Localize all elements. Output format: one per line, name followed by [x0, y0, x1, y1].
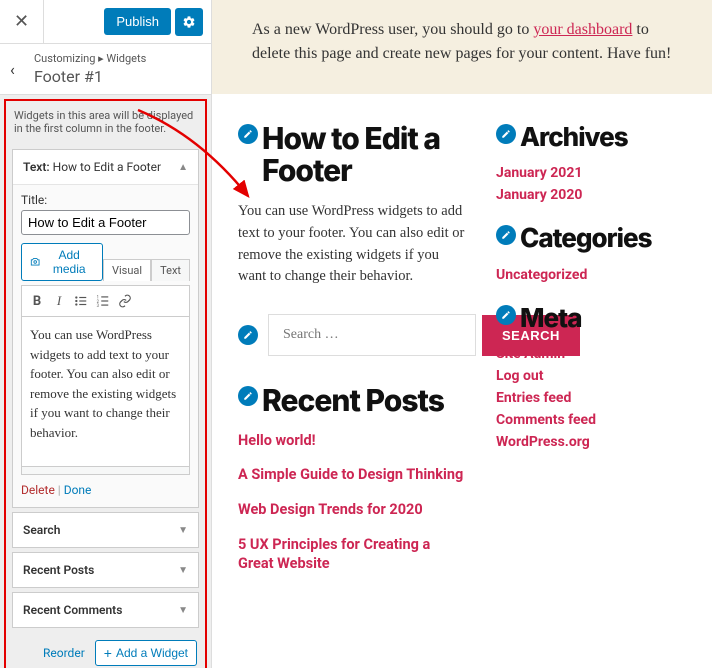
post-link[interactable]: Hello world! — [238, 432, 468, 451]
chevron-down-icon: ▼ — [178, 525, 188, 536]
numbered-list-button[interactable]: 123 — [92, 290, 114, 312]
chevron-down-icon: ▼ — [178, 565, 188, 576]
title-label: Title: — [21, 193, 190, 207]
panel-description: Widgets in this area will be displayed i… — [6, 101, 205, 145]
pencil-icon — [243, 391, 253, 401]
editor-toolbar: B I 123 — [21, 285, 190, 317]
add-widget-button[interactable]: + Add a Widget — [95, 640, 197, 666]
meta-link[interactable]: Log out — [496, 368, 686, 384]
add-media-button[interactable]: Add media — [21, 243, 103, 281]
widget-search[interactable]: Search▼ — [12, 512, 199, 548]
meta-link[interactable]: Comments feed — [496, 412, 686, 428]
dashboard-link[interactable]: your dashboard — [533, 21, 632, 38]
annotation-highlight-box: Widgets in this area will be displayed i… — [4, 99, 207, 668]
widget-title-input[interactable] — [21, 210, 190, 235]
meta-link[interactable]: Entries feed — [496, 390, 686, 406]
link-button[interactable] — [114, 290, 136, 312]
archive-link[interactable]: January 2021 — [496, 165, 686, 181]
panel-title: Footer #1 — [34, 67, 201, 86]
welcome-notice: As a new WordPress user, you should go t… — [212, 0, 712, 94]
edit-shortcut-categories[interactable] — [496, 225, 516, 245]
edit-shortcut-search[interactable] — [238, 325, 258, 345]
edit-shortcut-archives[interactable] — [496, 124, 516, 144]
sidebar-topbar: ✕ Publish — [0, 0, 211, 44]
tab-visual[interactable]: Visual — [103, 259, 151, 281]
svg-text:3: 3 — [97, 303, 100, 308]
bold-button[interactable]: B — [26, 290, 48, 312]
bullet-list-button[interactable] — [70, 290, 92, 312]
meta-link[interactable]: Site Admin — [496, 346, 686, 362]
post-link[interactable]: A Simple Guide to Design Thinking — [238, 466, 468, 485]
chevron-down-icon: ▼ — [178, 605, 188, 616]
editor-resize-handle[interactable] — [21, 467, 190, 475]
publish-settings-button[interactable] — [175, 8, 203, 36]
recent-posts-title: Recent Posts — [262, 386, 444, 418]
gear-icon — [182, 15, 196, 29]
post-link[interactable]: Web Design Trends for 2020 — [238, 501, 468, 520]
pencil-icon — [501, 129, 511, 139]
widget-text-open: Text: How to Edit a Footer ▲ Title: Add … — [12, 149, 199, 508]
pencil-icon — [243, 129, 253, 139]
widget-recent-comments[interactable]: Recent Comments▼ — [12, 592, 199, 628]
chevron-up-icon: ▲ — [178, 162, 188, 173]
editor-content[interactable]: You can use WordPress widgets to add tex… — [21, 317, 190, 467]
publish-button[interactable]: Publish — [104, 8, 171, 35]
edit-shortcut-meta[interactable] — [496, 305, 516, 325]
widget-header[interactable]: Text: How to Edit a Footer ▲ — [13, 150, 198, 184]
media-icon — [30, 256, 40, 268]
edit-shortcut-recent-posts[interactable] — [238, 386, 258, 406]
footer-widget-text: You can use WordPress widgets to add tex… — [238, 201, 468, 288]
customizer-sidebar: ✕ Publish ‹ Customizing ▸ Widgets Footer… — [0, 0, 212, 668]
post-link[interactable]: 5 UX Principles for Creating a Great Web… — [238, 536, 468, 574]
pencil-icon — [501, 310, 511, 320]
edit-shortcut-text-widget[interactable] — [238, 124, 258, 144]
reorder-link[interactable]: Reorder — [43, 646, 85, 660]
close-button[interactable]: ✕ — [0, 0, 44, 44]
search-input[interactable] — [268, 314, 476, 356]
meta-title: Meta — [520, 305, 582, 332]
back-button[interactable]: ‹ — [10, 60, 34, 79]
sidebar-header: ‹ Customizing ▸ Widgets Footer #1 — [0, 44, 211, 95]
italic-button[interactable]: I — [48, 290, 70, 312]
tab-text[interactable]: Text — [151, 259, 190, 281]
footer-widget-title: How to Edit a Footer — [262, 124, 468, 187]
archive-link[interactable]: January 2020 — [496, 187, 686, 203]
categories-title: Categories — [520, 225, 652, 252]
widget-done-link[interactable]: Done — [64, 483, 92, 497]
pencil-icon — [501, 230, 511, 240]
pencil-icon — [243, 330, 253, 340]
widget-recent-posts[interactable]: Recent Posts▼ — [12, 552, 199, 588]
category-link[interactable]: Uncategorized — [496, 267, 686, 283]
breadcrumb: Customizing ▸ Widgets — [34, 52, 201, 65]
meta-link[interactable]: WordPress.org — [496, 434, 686, 450]
archives-title: Archives — [520, 124, 628, 151]
widget-delete-link[interactable]: Delete — [21, 483, 55, 497]
live-preview: As a new WordPress user, you should go t… — [212, 0, 712, 668]
